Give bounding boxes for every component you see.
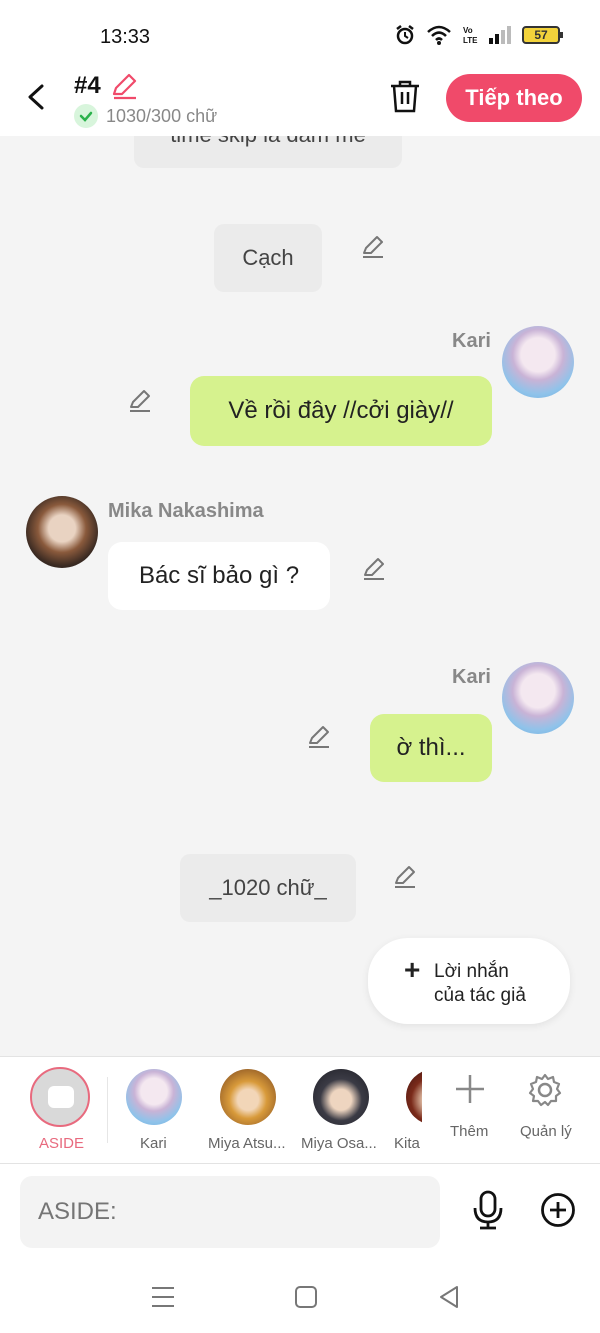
character-kita[interactable]: Kita	[392, 1057, 422, 1165]
message-text: Bác sĩ bảo gì ?	[138, 562, 300, 589]
message-text: Về rồi đây //cởi giày//	[228, 397, 454, 424]
character-kari[interactable]: Kari	[118, 1057, 190, 1165]
character-label: Miya Osa...	[301, 1135, 377, 1152]
narration-text: _1020 chữ_	[209, 875, 327, 900]
word-count: 1030/300 chữ	[106, 106, 218, 126]
kari-avatar[interactable]	[502, 326, 574, 398]
chapter-number: #4	[74, 72, 101, 99]
editor-header: #4 1030/300 chữ Tiếp theo	[0, 70, 600, 136]
character-miya-atsumu[interactable]: Miya Atsu...	[204, 1057, 296, 1165]
speaker-name: Kari	[452, 666, 491, 688]
author-note-button[interactable]: + Lời nhắn của tác giả	[368, 938, 570, 1024]
manage-characters-label: Quản lý	[520, 1123, 572, 1140]
narration-bubble[interactable]: _1020 chữ_	[180, 854, 356, 922]
status-bar: 13:33 Vo LTE 57	[0, 0, 600, 70]
character-aside[interactable]: ASIDE	[0, 1057, 108, 1165]
character-miya-osamu[interactable]: Miya Osa...	[298, 1057, 384, 1165]
message-bubble[interactable]: ờ thì...	[370, 714, 492, 782]
system-nav-bar	[0, 1258, 600, 1333]
menu-icon[interactable]	[150, 1284, 176, 1310]
edit-message-icon[interactable]	[392, 864, 418, 890]
message-bubble[interactable]: Bác sĩ bảo gì ?	[108, 542, 330, 610]
plus-icon	[456, 1075, 484, 1103]
narration-bubble[interactable]: Cạch	[214, 224, 322, 292]
message-text: ờ thì...	[396, 734, 466, 761]
edit-title-icon[interactable]	[110, 72, 138, 100]
gear-icon	[528, 1073, 562, 1107]
chat-area[interactable]: time skip là đắm mê Cạch Kari Về rồi đây…	[0, 136, 600, 1056]
character-bar: ASIDE Kari Miya Atsu... Miya Osa... Kita…	[0, 1056, 600, 1164]
plus-icon: +	[404, 954, 421, 985]
next-button[interactable]: Tiếp theo	[446, 74, 582, 122]
add-character-button[interactable]: Thêm	[440, 1057, 500, 1165]
status-time: 13:33	[100, 26, 151, 48]
add-character-label: Thêm	[450, 1123, 489, 1140]
character-label: Kita	[394, 1135, 420, 1152]
edit-message-icon[interactable]	[360, 234, 386, 260]
character-label: Miya Atsu...	[208, 1135, 286, 1152]
edit-message-icon[interactable]	[361, 556, 387, 582]
narration-text: Cạch	[242, 245, 294, 270]
miya-atsumu-avatar	[220, 1069, 276, 1125]
add-icon[interactable]	[540, 1192, 576, 1228]
speaker-name: Kari	[452, 330, 491, 352]
back-nav-icon[interactable]	[436, 1284, 462, 1310]
message-input[interactable]	[20, 1176, 440, 1248]
author-note-line2: của tác giả	[434, 985, 526, 1006]
author-note-line1: Lời nhắn	[434, 961, 509, 982]
edit-message-icon[interactable]	[127, 388, 153, 414]
trash-icon[interactable]	[388, 78, 422, 114]
alarm-icon	[396, 25, 414, 45]
edit-message-icon[interactable]	[306, 724, 332, 750]
divider	[107, 1077, 108, 1143]
narration-bubble[interactable]: time skip là đắm mê	[134, 136, 402, 168]
home-icon[interactable]	[293, 1284, 319, 1310]
volte-icon: VoLTE	[463, 26, 478, 45]
narration-text: time skip là đắm mê	[170, 136, 366, 147]
signal-icon	[489, 26, 511, 44]
speaker-name: Mika Nakashima	[108, 500, 264, 522]
microphone-icon[interactable]	[470, 1190, 506, 1230]
kari-avatar[interactable]	[502, 662, 574, 734]
mika-avatar[interactable]	[26, 496, 98, 568]
wifi-icon	[427, 25, 451, 45]
input-bar	[0, 1164, 600, 1258]
svg-text:Vo: Vo	[463, 26, 473, 35]
battery-icon: 57	[522, 26, 563, 44]
check-icon	[74, 104, 98, 128]
svg-text:LTE: LTE	[463, 36, 478, 45]
back-icon[interactable]	[22, 82, 52, 112]
manage-characters-button[interactable]: Quản lý	[512, 1057, 578, 1165]
miya-osamu-avatar	[313, 1069, 369, 1125]
message-bubble[interactable]: Về rồi đây //cởi giày//	[190, 376, 492, 446]
character-label: Kari	[140, 1135, 167, 1152]
aside-icon	[30, 1067, 90, 1127]
kari-avatar	[126, 1069, 182, 1125]
kita-avatar	[406, 1069, 422, 1125]
character-label: ASIDE	[39, 1135, 85, 1152]
